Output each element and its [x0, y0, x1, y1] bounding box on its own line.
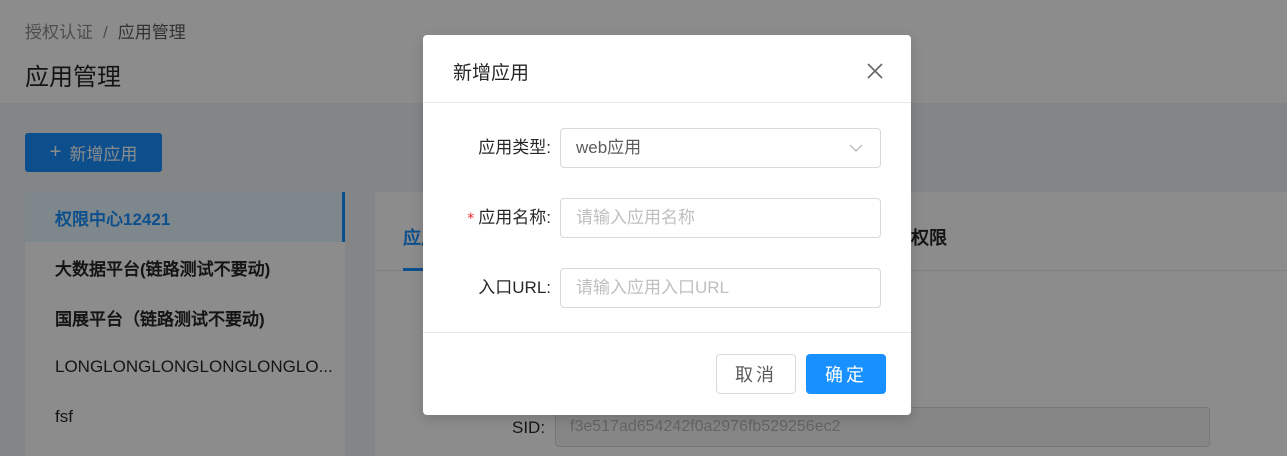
add-app-modal: 新增应用 应用类型: web应用 *应用名称: 入口URL: 取消 确定 — [423, 35, 911, 415]
app-name-label: * 应用名称: — [467, 198, 551, 238]
app-name-label-text: 应用名称: — [478, 208, 551, 227]
form-row-entry-url: 入口URL: — [423, 268, 911, 308]
app-name-input[interactable] — [560, 198, 881, 238]
entry-url-input[interactable] — [560, 268, 881, 308]
modal-footer: 取消 确定 — [423, 332, 911, 415]
form-row-app-type: 应用类型: web应用 — [423, 128, 911, 168]
form-row-app-name: * 应用名称: — [423, 198, 911, 238]
entry-url-label: 入口URL: — [478, 278, 551, 297]
app-type-label: 应用类型: — [478, 138, 551, 157]
modal-header: 新增应用 — [423, 35, 911, 103]
cancel-button[interactable]: 取消 — [716, 354, 796, 394]
close-icon[interactable] — [863, 59, 887, 83]
required-mark: * — [467, 211, 475, 227]
chevron-down-icon — [849, 144, 863, 152]
confirm-button[interactable]: 确定 — [806, 354, 886, 394]
modal-title: 新增应用 — [453, 63, 530, 84]
app-type-select[interactable]: web应用 — [560, 128, 881, 168]
